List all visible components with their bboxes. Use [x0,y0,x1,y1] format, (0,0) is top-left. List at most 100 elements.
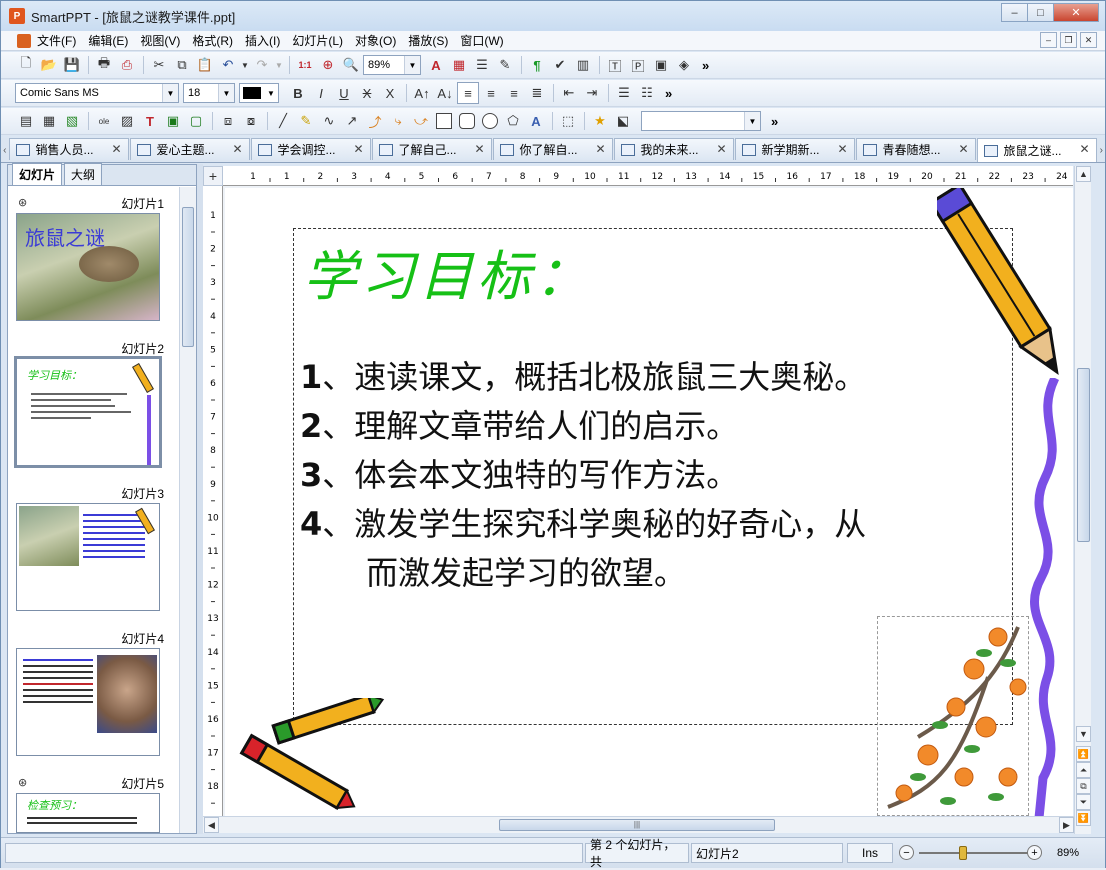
text-color-picker[interactable]: ▼ [239,83,279,103]
font-size-combo[interactable]: 18 ▼ [183,83,235,103]
menu-slide[interactable]: 幻灯片(L) [286,32,349,49]
insert-slide-icon[interactable]: ▤ [15,110,37,132]
slide-preview[interactable]: 学习目标： [14,356,162,468]
ungroup-icon[interactable]: ⧇ [240,110,262,132]
document-tab[interactable]: 销售人员... ✕ [8,138,129,160]
tab-scroll-right-icon[interactable]: › [1098,138,1106,162]
minimize-button[interactable]: – [1001,3,1028,22]
arrow-tool-icon[interactable]: ↗ [341,110,363,132]
document-tab[interactable]: 青春随想... ✕ [855,138,976,160]
close-tab-icon[interactable]: ✕ [474,142,484,156]
more-tools-icon[interactable]: » [702,58,709,73]
italic-icon[interactable]: I [310,82,332,104]
scroll-left-icon[interactable]: ◀ [204,817,219,833]
elbow-connector-icon[interactable]: ⤷ [387,110,409,132]
close-tab-icon[interactable]: ✕ [1079,142,1089,156]
zoom-fit-icon[interactable]: ⊕ [317,54,339,76]
paste-icon[interactable]: 📋 [194,54,216,76]
decrease-indent-icon[interactable]: ⇤ [558,82,580,104]
justify-icon[interactable]: ≣ [526,82,548,104]
scrollbar-thumb[interactable] [182,207,194,347]
more-tools-icon[interactable]: » [665,86,672,101]
slide-vertical-scrollbar[interactable]: ▲ ▼ ⏫ ⏶ ⧉ ⏷ ⏬ [1074,166,1091,834]
document-tab[interactable]: 新学期新... ✕ [734,138,855,160]
flower-clipart-frame[interactable] [877,616,1029,816]
insert-frame-icon[interactable]: ▣ [162,110,184,132]
crayons-clipart-icon[interactable] [225,698,395,816]
menu-file[interactable]: 文件(F) [31,32,82,49]
font-name-combo[interactable]: Comic Sans MS ▼ [15,83,179,103]
insert-textbox-icon[interactable]: T [139,110,161,132]
horizontal-ruler[interactable]: 1 1 2 3 4 5 6 7 8 9 10 11 12 13 14 15 16 17 18 19 20 21 22 23 24… [223,166,1073,186]
copy-icon[interactable]: ⧉ [171,54,193,76]
document-tab[interactable]: 爱心主题... ✕ [129,138,250,160]
maximize-button[interactable]: □ [1027,3,1054,22]
slide-view-icon[interactable]: ⧉ [1076,778,1091,794]
scroll-up-icon[interactable]: ▲ [1076,166,1091,182]
close-tab-icon[interactable]: ✕ [716,142,726,156]
slide-horizontal-scrollbar[interactable]: ◀ ||| ▶ [203,816,1074,833]
next-slide-icon[interactable]: ⏷ [1076,794,1091,810]
menu-format[interactable]: 格式(R) [186,32,239,49]
slide-thumbnail-5[interactable]: ⊛ 幻灯片5 检查预习： [16,775,164,833]
slide-thumbnail-1[interactable]: ⊛ 幻灯片1 旅鼠之谜 [16,195,164,321]
animation-combo[interactable]: ▼ [641,111,761,131]
document-tab[interactable]: 学会调控... ✕ [250,138,371,160]
select-objects-icon[interactable]: ⬚ [557,110,579,132]
previous-slide-icon[interactable]: ⏶ [1076,762,1091,778]
menu-play[interactable]: 播放(S) [402,32,454,49]
zoom-icon[interactable]: 🔍 [340,54,362,76]
redo-dropdown-icon[interactable]: ▼ [274,54,284,76]
document-tab[interactable]: 你了解自... ✕ [492,138,613,160]
actual-size-icon[interactable]: 1:1 [294,54,316,76]
text-style-icon[interactable]: A [425,54,447,76]
close-tab-icon[interactable]: ✕ [958,142,968,156]
document-tab[interactable]: 旅鼠之谜... ✕ [976,138,1097,162]
show-icon[interactable]: ▣ [650,54,672,76]
close-tab-icon[interactable]: ✕ [595,142,605,156]
ruler-origin-icon[interactable]: + [203,166,223,186]
scroll-down-icon[interactable]: ▼ [1076,726,1091,742]
slide-preview[interactable]: 旅鼠之谜 [16,213,160,321]
align-left-icon[interactable]: ≡ [457,82,479,104]
shrink-font-icon[interactable]: A↓ [434,82,456,104]
chevron-down-icon[interactable]: ▼ [264,84,278,102]
doc-minimize-button[interactable]: – [1040,32,1057,48]
redo-icon[interactable]: ↷ [251,54,273,76]
zoom-combo[interactable]: 89% ▼ [363,55,421,75]
slide-thumbnail-2[interactable]: 幻灯片2 学习目标： [14,340,164,468]
close-tab-icon[interactable]: ✕ [353,142,363,156]
rounded-rect-tool-icon[interactable] [456,110,478,132]
underline-icon[interactable]: U [333,82,355,104]
slide-title[interactable]: 学习目标： [303,232,593,311]
vertical-ruler[interactable]: 1 2 3 4 5 6 7 8 9 10 11 12 13 14 15 16 17 18 [203,186,223,816]
template-icon[interactable]: 🅃 [604,54,626,76]
scrollbar-thumb[interactable]: ||| [499,819,775,831]
close-tab-icon[interactable]: ✕ [111,142,121,156]
paragraph-mark-icon[interactable]: ¶ [526,54,548,76]
document-menu-icon[interactable] [17,33,31,48]
zoom-out-icon[interactable]: − [899,845,914,860]
first-slide-icon[interactable]: ⏫ [1076,746,1091,762]
scroll-right-icon[interactable]: ▶ [1059,817,1074,833]
insert-ole-icon[interactable]: ole [93,110,115,132]
zoom-slider-handle[interactable] [959,846,967,860]
open-folder-icon[interactable]: 📂 [38,54,60,76]
insert-table-icon[interactable]: ▦ [38,110,60,132]
slide-thumbnail-3[interactable]: 幻灯片3 [16,485,164,611]
strikethrough-icon[interactable]: X [356,82,378,104]
menu-window[interactable]: 窗口(W) [454,32,509,49]
shapes-tool-icon[interactable]: ⬠ [502,110,524,132]
cut-icon[interactable]: ✂ [148,54,170,76]
tab-slides[interactable]: 幻灯片 [12,163,63,185]
chevron-down-icon[interactable]: ▼ [218,84,234,102]
more-tools-icon[interactable]: » [771,114,778,129]
undo-icon[interactable]: ↶ [217,54,239,76]
chevron-down-icon[interactable]: ▼ [162,84,178,102]
curved-connector-icon[interactable]: ⤻ [410,110,432,132]
clear-format-icon[interactable]: X [379,82,401,104]
doc-close-button[interactable]: ✕ [1080,32,1097,48]
animation-star-icon[interactable]: ★ [589,110,611,132]
insert-mode-status[interactable]: Ins [847,843,893,863]
grow-font-icon[interactable]: A↑ [411,82,433,104]
